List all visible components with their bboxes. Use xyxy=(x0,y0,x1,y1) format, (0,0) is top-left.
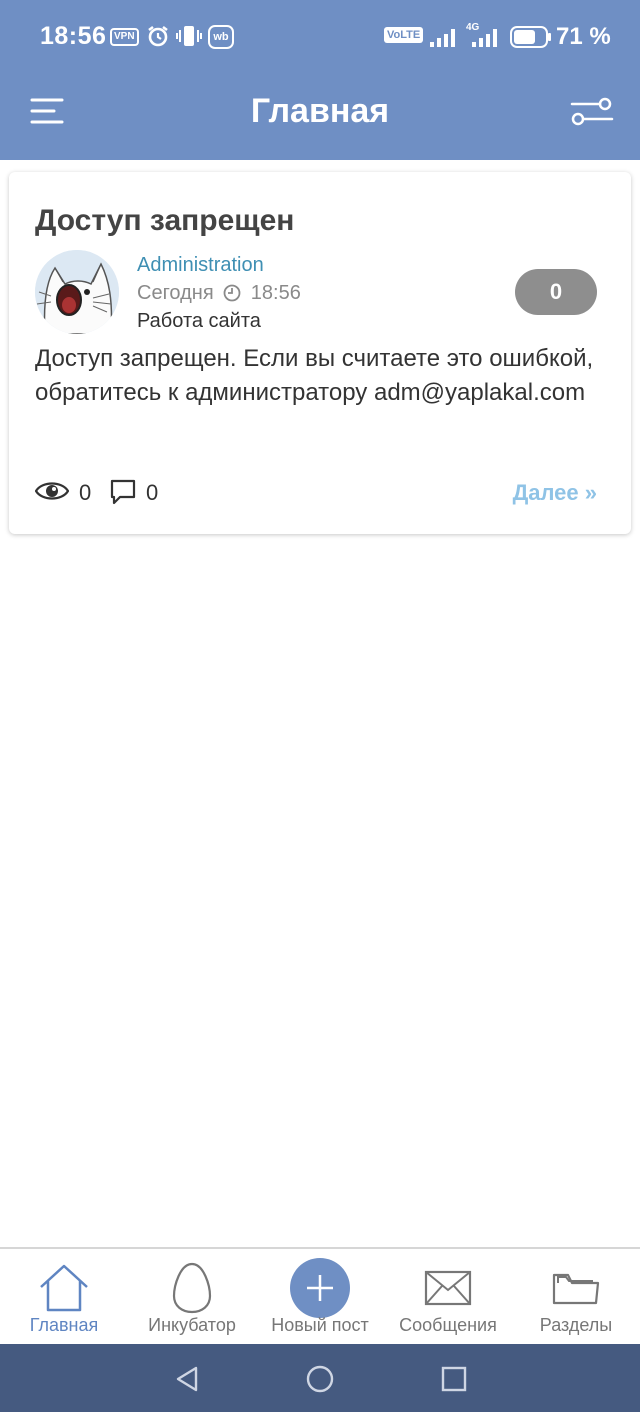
nav-item-incubator[interactable]: Инкубатор xyxy=(128,1249,256,1344)
back-icon[interactable] xyxy=(172,1364,202,1394)
clock-icon xyxy=(223,284,241,308)
nav-item-home[interactable]: Главная xyxy=(0,1249,128,1344)
page-title: Главная xyxy=(250,92,390,130)
new-post-fab xyxy=(256,1258,384,1318)
eye-icon xyxy=(34,478,70,509)
status-time: 18:56 xyxy=(40,22,107,50)
alarm-icon xyxy=(146,24,170,53)
views-count: 0 xyxy=(79,480,92,505)
network-type: 4G xyxy=(466,22,480,33)
battery-icon xyxy=(510,26,552,53)
signal-sim1-icon xyxy=(430,26,460,53)
avatar[interactable] xyxy=(35,250,119,334)
folder-icon xyxy=(512,1259,640,1317)
vibrate-icon xyxy=(176,25,202,52)
post-body: Доступ запрещен. Если вы считаете это ош… xyxy=(35,345,594,406)
volte-icon: VoLTE xyxy=(384,27,424,43)
post-time: 18:56 xyxy=(250,282,301,304)
nav-item-sections[interactable]: Разделы xyxy=(512,1249,640,1344)
read-more-link[interactable]: Далее » xyxy=(513,480,597,506)
home-circle-icon[interactable] xyxy=(305,1364,335,1394)
nav-label-new-post: Новый пост xyxy=(271,1315,369,1335)
egg-icon xyxy=(128,1259,256,1317)
status-bar: 18:56 VPN wb VoLTE 4G 71 % xyxy=(0,0,640,74)
home-icon xyxy=(0,1259,128,1317)
app-screen: 18:56 VPN wb VoLTE 4G 71 % Главная Досту… xyxy=(0,0,640,1412)
wb-app-icon: wb xyxy=(208,25,234,49)
comment-icon[interactable] xyxy=(109,478,137,511)
envelope-icon xyxy=(384,1259,512,1317)
rating-badge[interactable]: 0 xyxy=(515,269,597,315)
nav-label-sections: Разделы xyxy=(539,1315,613,1335)
post-title[interactable]: Доступ запрещен xyxy=(35,204,294,238)
post-category[interactable]: Работа сайта xyxy=(137,310,261,333)
system-nav-bar xyxy=(0,1344,640,1412)
nav-label-incubator: Инкубатор xyxy=(148,1315,236,1335)
filter-sliders-icon xyxy=(570,97,614,126)
vpn-icon: VPN xyxy=(110,28,139,46)
post-date: Сегодня xyxy=(137,282,214,304)
nav-item-messages[interactable]: Сообщения xyxy=(384,1249,512,1344)
filter-button[interactable] xyxy=(570,96,614,128)
cat-avatar-icon xyxy=(35,250,119,334)
battery-percent: 71 % xyxy=(556,23,611,50)
top-bar: 18:56 VPN wb VoLTE 4G 71 % Главная xyxy=(0,0,640,160)
nav-label-home: Главная xyxy=(29,1315,99,1335)
comments-count[interactable]: 0 xyxy=(146,480,158,506)
author-link[interactable]: Administration xyxy=(137,254,264,277)
plus-icon xyxy=(290,1258,350,1318)
post-meta: Сегодня 18:56 xyxy=(137,282,301,308)
recents-icon[interactable] xyxy=(439,1364,469,1394)
bottom-nav: Главная Инкубатор Новый пост Сообщения Р… xyxy=(0,1247,640,1344)
post-card[interactable]: Доступ запрещен Administration Сегодня 1… xyxy=(9,172,631,534)
nav-item-new-post[interactable]: Новый пост xyxy=(256,1249,384,1344)
nav-label-messages: Сообщения xyxy=(399,1315,497,1335)
